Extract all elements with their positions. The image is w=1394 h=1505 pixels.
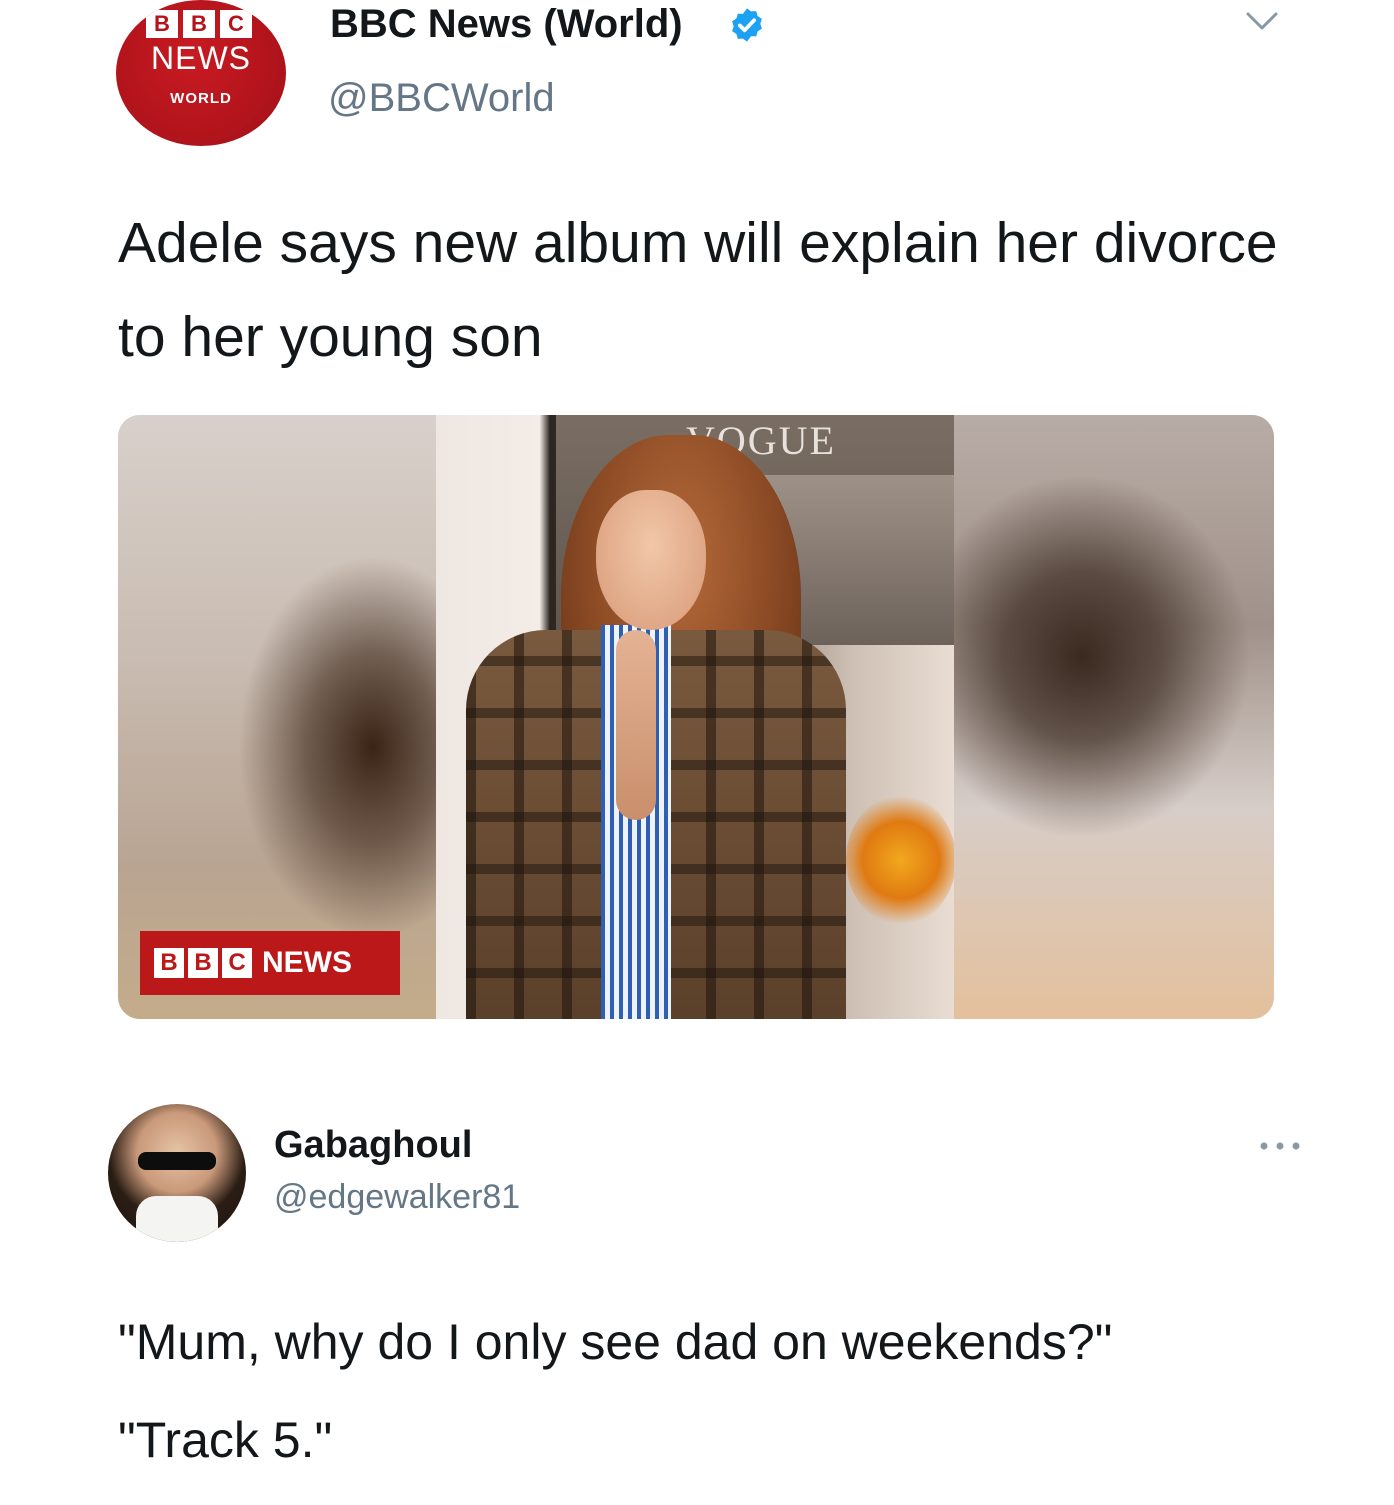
- verified-badge-icon: [732, 8, 762, 42]
- reply-avatar[interactable]: [108, 1104, 246, 1242]
- tweet-media-image[interactable]: VOGUE B B C NEWS: [118, 415, 1274, 1019]
- author-handle[interactable]: @BBCWorld: [328, 76, 555, 121]
- author-display-name[interactable]: BBC News (World): [330, 2, 683, 47]
- bbc-logo-block: C: [220, 10, 252, 38]
- reply-text-line-2: "Track 5.": [118, 1412, 333, 1468]
- bbc-logo-block: C: [222, 948, 252, 978]
- bbc-logo-block: B: [188, 948, 218, 978]
- magazine-cover-photo: VOGUE: [436, 415, 954, 1019]
- bbc-news-badge: B B C NEWS: [140, 931, 400, 995]
- flowers: [846, 795, 954, 925]
- bbc-logo-block: B: [146, 10, 178, 38]
- bbc-logo-blocks: B B C: [146, 10, 252, 38]
- avatar-world-text: WORLD: [170, 90, 232, 107]
- badge-news-label: NEWS: [262, 946, 352, 979]
- more-options-icon[interactable]: [1256, 1138, 1304, 1154]
- bbc-news-world-avatar[interactable]: B B C NEWS WORLD: [116, 0, 286, 146]
- reply-display-name[interactable]: Gabaghoul: [274, 1124, 472, 1167]
- face: [596, 490, 706, 630]
- blurred-background-left: [118, 415, 436, 1019]
- blurred-background-right: [954, 415, 1274, 1019]
- chevron-down-icon[interactable]: [1242, 8, 1282, 36]
- sunglasses: [138, 1152, 216, 1170]
- reply-text-line-1: "Mum, why do I only see dad on weekends?…: [118, 1314, 1113, 1370]
- bbc-logo-block: B: [154, 948, 184, 978]
- bbc-logo-block: B: [183, 10, 215, 38]
- tweet-text: Adele says new album will explain her di…: [118, 211, 1278, 369]
- reply-handle[interactable]: @edgewalker81: [274, 1178, 520, 1217]
- neck-brace: [136, 1196, 218, 1242]
- neckline: [616, 630, 656, 820]
- avatar-news-text: NEWS: [151, 40, 251, 76]
